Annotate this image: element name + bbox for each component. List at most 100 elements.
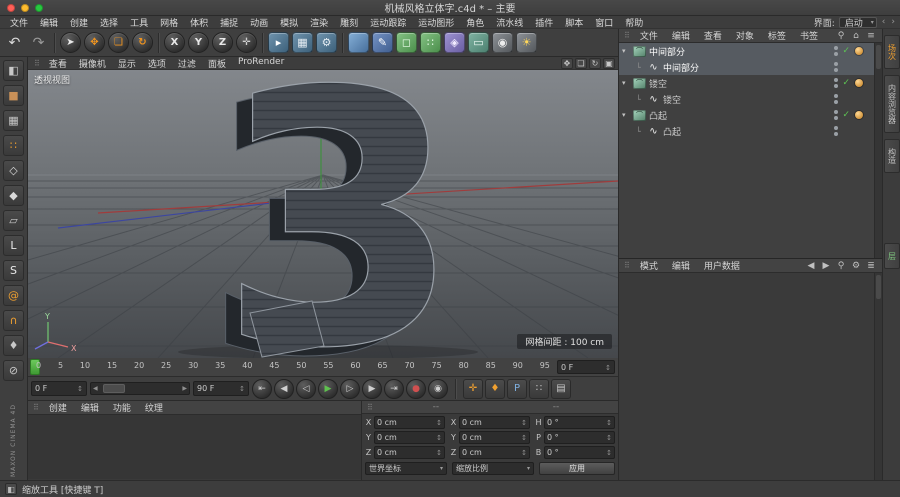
stepper-icon[interactable] [77, 384, 83, 393]
visibility-dots[interactable] [834, 78, 838, 88]
viewport-menu-item[interactable]: 面板 [202, 57, 232, 70]
position-field[interactable]: 0 cm [374, 416, 445, 429]
model-mode-button[interactable]: ■ [3, 85, 24, 106]
live-selection-button[interactable]: ➤ [60, 32, 81, 53]
record-key-button[interactable]: ♦ [485, 378, 505, 399]
vertical-tab[interactable]: 内容浏览器 [883, 75, 900, 133]
object-name[interactable]: 凸起 [663, 125, 681, 138]
material-menu-item[interactable]: 纹理 [138, 401, 170, 414]
object-row[interactable]: 中间部分 [619, 43, 874, 59]
stepper-icon[interactable] [606, 433, 612, 442]
expand-icon[interactable] [622, 79, 630, 87]
forward-icon[interactable]: ▶ [820, 261, 832, 271]
object-name[interactable]: 中间部分 [649, 45, 685, 58]
viewport-menu-item[interactable]: 显示 [112, 57, 142, 70]
coord-system-button[interactable]: ✛ [236, 32, 257, 53]
coordinate-space-select[interactable]: 世界坐标 [365, 462, 447, 475]
autokey-button[interactable]: ◉ [428, 378, 448, 399]
position-field[interactable]: 0 cm [374, 431, 445, 444]
menu-icon[interactable]: ≡ [865, 31, 877, 41]
zoom-view-icon[interactable]: ❏ [575, 57, 587, 69]
menu-item[interactable]: 选择 [94, 19, 124, 29]
path-icon[interactable]: ⌂ [850, 31, 862, 41]
add-cube-button[interactable] [348, 32, 369, 53]
menu-item[interactable]: 运动图形 [412, 19, 460, 29]
slider-left-icon[interactable]: ◀ [93, 385, 98, 392]
object-menu-item[interactable]: 标签 [761, 29, 793, 42]
visibility-dots[interactable] [834, 62, 838, 72]
material-menu-item[interactable]: 创建 [42, 401, 74, 414]
pla-button[interactable]: P [507, 378, 527, 399]
maximize-view-icon[interactable]: ▣ [603, 57, 615, 69]
next-frame-button[interactable]: ▷ [340, 378, 360, 399]
vertical-tab[interactable]: 层 [883, 243, 900, 269]
stepper-icon[interactable] [436, 418, 442, 427]
next-key-button[interactable]: ▶ [362, 378, 382, 399]
rotate-view-icon[interactable]: ↻ [589, 57, 601, 69]
phong-tag-icon[interactable] [855, 111, 863, 119]
enable-check-icon[interactable] [842, 110, 850, 120]
add-array-button[interactable]: ∷ [420, 32, 441, 53]
stepper-icon[interactable] [239, 384, 245, 393]
model-3d-text[interactable]: 3 3 [178, 70, 478, 358]
timeline-ruler[interactable]: 0 5 10 15 20 25 30 35 40 45 50 55 60 65 70 75 80 85 90 95 0… [28, 358, 618, 377]
keyframe-selection-button[interactable]: ∷ [529, 378, 549, 399]
scrollbar-thumb[interactable] [103, 384, 125, 393]
record-position-button[interactable]: ✛ [463, 378, 483, 399]
soft-selection-button[interactable]: S [3, 260, 24, 281]
enable-check-icon[interactable] [842, 46, 850, 56]
size-field[interactable]: 0 cm [459, 431, 530, 444]
viewport-menu-item[interactable]: ProRender [232, 57, 290, 70]
end-frame-field[interactable]: 90 F [193, 381, 249, 396]
attribute-menu-item[interactable]: 用户数据 [697, 259, 747, 272]
prev-frame-button[interactable]: ◁ [296, 378, 316, 399]
object-menu-item[interactable]: 查看 [697, 29, 729, 42]
attribute-menu-item[interactable]: 编辑 [665, 259, 697, 272]
lock-button[interactable]: ⊘ [3, 360, 24, 381]
view-label[interactable]: 透视视图 [34, 73, 70, 86]
stepper-icon[interactable] [521, 418, 527, 427]
rotation-field[interactable]: 0 ° [544, 431, 615, 444]
object-menu-item[interactable]: 文件 [633, 29, 665, 42]
object-name[interactable]: 镂空 [649, 77, 667, 90]
stepper-icon[interactable] [521, 448, 527, 457]
play-button[interactable]: ▶ [318, 378, 338, 399]
size-field[interactable]: 0 cm [459, 416, 530, 429]
phong-tag-icon[interactable] [855, 79, 863, 87]
panel-grip-icon[interactable] [31, 59, 43, 68]
enable-check-icon[interactable] [842, 78, 850, 88]
stepper-icon[interactable] [606, 448, 612, 457]
scale-button[interactable]: ❏ [108, 32, 129, 53]
y-lock-button[interactable]: Y [188, 32, 209, 53]
menu-item[interactable]: 角色 [460, 19, 490, 29]
panel-grip-icon[interactable] [364, 403, 376, 412]
object-row[interactable]: 镂空 [619, 91, 874, 107]
object-name[interactable]: 中间部分 [663, 61, 699, 74]
menu-item[interactable]: 运动跟踪 [364, 19, 412, 29]
workplane-mode-button[interactable]: ▱ [3, 210, 24, 231]
pan-view-icon[interactable]: ✥ [561, 57, 573, 69]
menu-item[interactable]: 雕刻 [334, 19, 364, 29]
visibility-dots[interactable] [834, 126, 838, 136]
vertical-tab[interactable]: 场次 [883, 35, 900, 69]
menu-item[interactable]: 帮助 [619, 19, 649, 29]
render-settings-button[interactable]: ⚙ [316, 32, 337, 53]
record-objects-button[interactable]: ● [406, 378, 426, 399]
goto-start-button[interactable]: ⇤ [252, 378, 272, 399]
interface-select[interactable]: 启动 [838, 16, 877, 29]
scrollbar[interactable] [874, 273, 882, 480]
add-environment-button[interactable]: ▭ [468, 32, 489, 53]
render-view-button[interactable]: ▸ [268, 32, 289, 53]
apply-button[interactable]: 应用 [539, 462, 615, 475]
menu-item[interactable]: 脚本 [559, 19, 589, 29]
object-row[interactable]: 镂空 [619, 75, 874, 91]
chevron-left-icon[interactable]: ‹ [881, 17, 887, 27]
expand-icon[interactable] [622, 47, 630, 55]
rotation-field[interactable]: 0 ° [544, 416, 615, 429]
position-field[interactable]: 0 cm [374, 446, 445, 459]
move-button[interactable]: ✥ [84, 32, 105, 53]
edges-mode-button[interactable]: ◇ [3, 160, 24, 181]
rotate-button[interactable]: ↻ [132, 32, 153, 53]
search-icon[interactable]: ⚲ [835, 261, 847, 271]
add-subdivision-button[interactable]: ◻ [396, 32, 417, 53]
